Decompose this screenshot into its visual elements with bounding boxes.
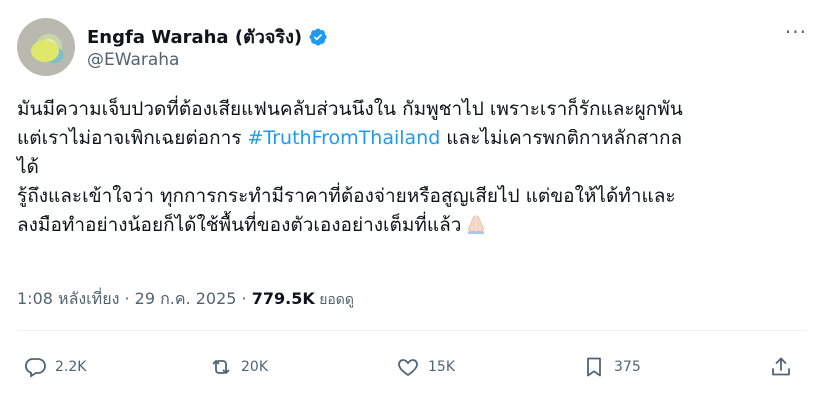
tweet-line: ได้ — [17, 156, 39, 178]
tweet-text-segment: ลงมือทำอย่างน้อยก็ได้ใช้พื้นที่ของตัวเอง… — [17, 214, 462, 236]
meta-separator: · — [119, 289, 135, 308]
tweet-date[interactable]: 29 ก.ค. 2025 — [135, 289, 237, 308]
view-count-label: ยอดดู — [314, 292, 354, 308]
tweet-text-segment: แต่เราไม่อาจเพิกเฉยต่อการ — [17, 127, 248, 149]
avatar-image — [31, 40, 59, 62]
reply-count: 2.2K — [55, 359, 87, 375]
meta-separator: · — [236, 289, 252, 308]
tweet-line: ลงมือทำอย่างน้อยก็ได้ใช้พื้นที่ของตัวเอง… — [17, 211, 807, 240]
bookmark-button[interactable]: 375 — [582, 355, 641, 379]
repost-count: 20K — [241, 359, 268, 375]
tweet-actions: 2.2K 20K 15K 375 — [17, 355, 807, 385]
author-handle[interactable]: @EWaraha — [87, 50, 179, 70]
like-button[interactable]: 15K — [396, 355, 455, 379]
heart-icon — [398, 359, 418, 377]
reply-icon — [24, 358, 46, 378]
tweet-line: แต่เราไม่อาจเพิกเฉยต่อการ #TruthFromThai… — [17, 124, 807, 153]
like-count: 15K — [428, 359, 455, 375]
tweet-line: มันมีความเจ็บปวดที่ต้องเสียแฟนคลับส่วนนึ… — [17, 98, 683, 120]
divider — [17, 330, 807, 331]
author-name-row: Engfa Waraha (ตัวจริง) — [87, 22, 328, 51]
repost-icon — [212, 360, 230, 374]
tweet-line: รู้ถึงและเข้าใจว่า ทุกการกระทำมีราคาที่ต… — [17, 185, 676, 207]
share-icon — [772, 357, 790, 376]
tweet-time[interactable]: 1:08 หลังเที่ยง — [17, 289, 119, 308]
more-options-icon[interactable]: ··· — [785, 20, 807, 44]
hashtag-link[interactable]: #TruthFromThailand — [248, 127, 441, 149]
tweet-text-segment: และไม่เคารพกติกาหลักสากล — [440, 127, 683, 149]
share-button[interactable] — [769, 355, 793, 379]
repost-button[interactable]: 20K — [209, 355, 268, 379]
verified-badge-icon[interactable] — [308, 27, 328, 47]
view-count: 779.5K — [251, 289, 315, 308]
reply-button[interactable]: 2.2K — [23, 355, 86, 379]
tweet-text: มันมีความเจ็บปวดที่ต้องเสียแฟนคลับส่วนนึ… — [17, 95, 807, 240]
bookmark-icon — [587, 357, 601, 377]
display-name[interactable]: Engfa Waraha (ตัวจริง) — [87, 22, 302, 51]
avatar[interactable] — [17, 18, 75, 76]
tweet-meta: 1:08 หลังเที่ยง · 29 ก.ค. 2025 · 779.5K … — [17, 287, 354, 312]
tweet-header: Engfa Waraha (ตัวจริง) @EWaraha ··· — [17, 16, 807, 76]
folded-hands-icon — [468, 215, 485, 234]
bookmark-count: 375 — [614, 359, 641, 375]
